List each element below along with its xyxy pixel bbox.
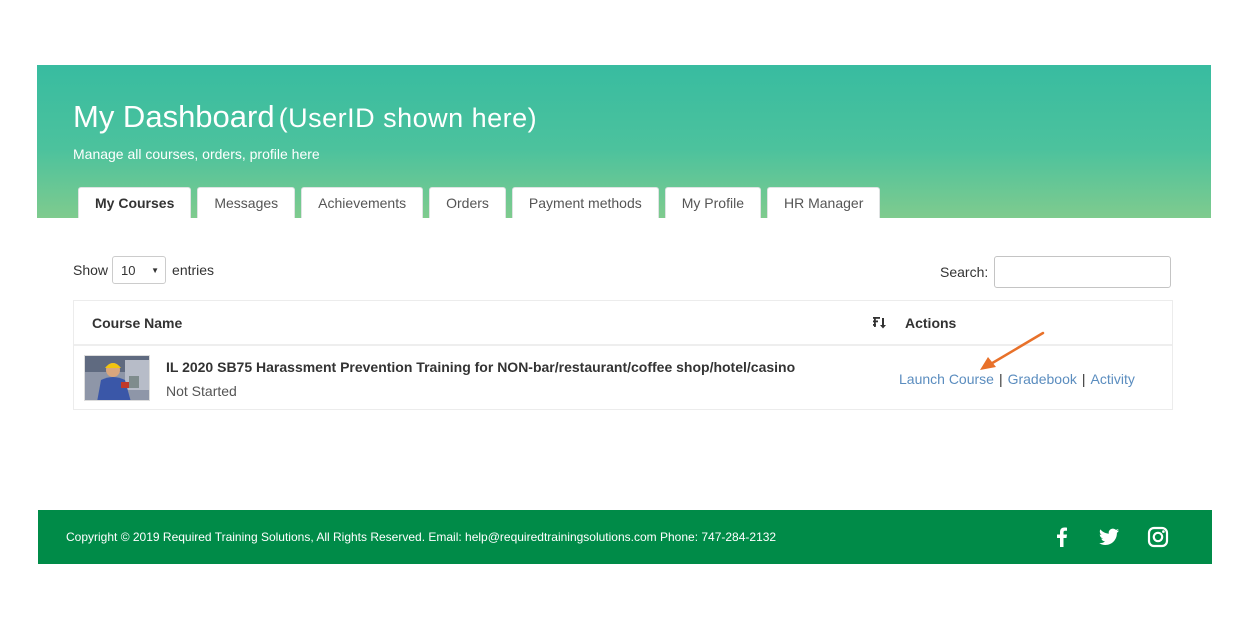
chevron-down-icon: ▼ — [151, 265, 160, 275]
course-thumbnail — [84, 355, 150, 401]
entries-label: entries — [172, 262, 215, 278]
userid-placeholder: (UserID shown here) — [278, 103, 538, 133]
entries-select[interactable]: 10 ▼ — [112, 256, 167, 284]
table-search: Search: — [940, 256, 1172, 288]
course-title: IL 2020 SB75 Harassment Prevention Train… — [166, 359, 796, 375]
tab-achievements[interactable]: Achievements — [301, 187, 424, 218]
show-label: Show — [73, 262, 109, 278]
twitter-icon[interactable] — [1097, 525, 1121, 549]
tab-hr-manager[interactable]: HR Manager — [766, 187, 881, 218]
search-input[interactable] — [994, 256, 1172, 288]
action-separator: | — [1081, 371, 1086, 387]
page-subtitle: Manage all courses, orders, profile here — [73, 146, 320, 162]
footer-copyright: Copyright © 2019 Required Training Solut… — [66, 530, 777, 544]
search-label: Search: — [940, 264, 989, 280]
instagram-icon[interactable] — [1146, 525, 1170, 549]
sort-icon[interactable] — [871, 314, 887, 330]
column-header-actions: Actions — [905, 315, 957, 331]
dashboard-tabs: My Courses Messages Achievements Orders … — [78, 187, 886, 218]
dashboard-header: My Dashboard (UserID shown here) Manage a… — [37, 65, 1211, 218]
page-title: My Dashboard (UserID shown here) — [73, 99, 537, 135]
tab-my-profile[interactable]: My Profile — [664, 187, 761, 218]
worker-image — [85, 356, 149, 400]
facebook-icon[interactable] — [1050, 525, 1074, 549]
site-footer: Copyright © 2019 Required Training Solut… — [38, 510, 1212, 564]
entries-select-value: 10 — [121, 262, 136, 278]
tab-messages[interactable]: Messages — [197, 187, 296, 218]
tab-payment-methods[interactable]: Payment methods — [511, 187, 659, 218]
entries-length-control: Show 10 ▼ entries — [73, 256, 214, 284]
tab-my-courses[interactable]: My Courses — [78, 187, 192, 218]
tab-orders[interactable]: Orders — [429, 187, 506, 218]
annotation-arrow-icon — [980, 331, 1045, 370]
page-title-text: My Dashboard — [73, 99, 275, 134]
column-header-course-name[interactable]: Course Name — [92, 315, 182, 331]
activity-link[interactable]: Activity — [1091, 371, 1135, 387]
course-status: Not Started — [166, 383, 237, 399]
